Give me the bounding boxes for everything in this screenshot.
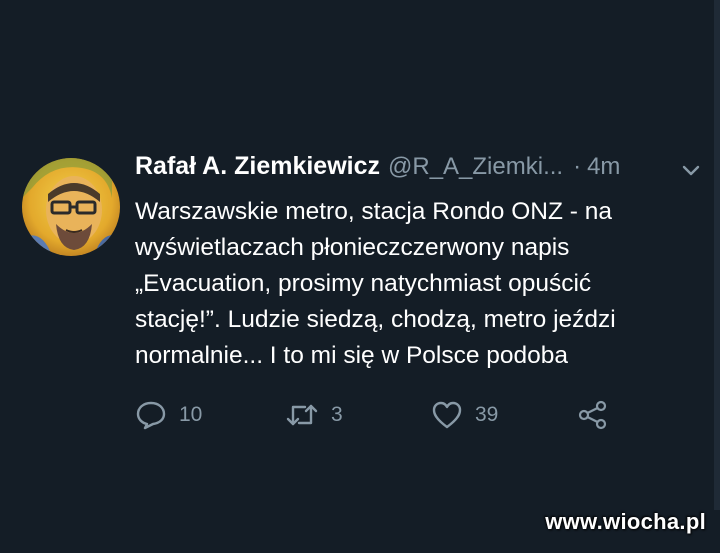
share-button[interactable] bbox=[577, 400, 621, 430]
heart-icon bbox=[431, 400, 475, 430]
tweet-text-line: stację!”. Ludzie siedzą, chodzą, metro j… bbox=[135, 306, 616, 333]
author-name[interactable]: Rafał A. Ziemkiewicz bbox=[135, 152, 380, 181]
reply-button[interactable]: 10 bbox=[135, 400, 202, 430]
avatar[interactable] bbox=[22, 158, 120, 256]
tweet-actions: 10 3 39 bbox=[135, 400, 635, 430]
chevron-down-icon[interactable] bbox=[682, 164, 700, 182]
reply-count: 10 bbox=[179, 403, 203, 426]
tweet-header: Rafał A. Ziemkiewicz @R_A_Ziemki... · 4m bbox=[135, 152, 695, 190]
retweet-icon bbox=[285, 400, 331, 430]
retweet-count: 3 bbox=[331, 403, 343, 426]
scrollbar[interactable] bbox=[714, 0, 720, 510]
tweet-text-line: wyświetlaczach płonieczczerwony napis bbox=[135, 234, 570, 261]
retweet-button[interactable]: 3 bbox=[285, 400, 343, 430]
avatar-image bbox=[22, 158, 120, 256]
share-icon bbox=[577, 400, 621, 430]
like-count: 39 bbox=[475, 403, 499, 426]
watermark: www.wiocha.pl bbox=[545, 509, 706, 534]
tweet-text-line: „Evacuation, prosimy natychmiast opuścić bbox=[135, 270, 592, 297]
tweet-text-line: normalnie... I to mi się w Polsce podoba bbox=[135, 342, 569, 369]
separator-dot: · bbox=[573, 153, 582, 180]
reply-icon bbox=[135, 400, 179, 430]
like-button[interactable]: 39 bbox=[431, 400, 498, 430]
author-handle[interactable]: @R_A_Ziemki... bbox=[388, 153, 563, 181]
tweet[interactable]: Rafał A. Ziemkiewicz @R_A_Ziemki... · 4m… bbox=[135, 152, 700, 374]
tweet-text: Warszawskie metro, stacja Rondo ONZ - na… bbox=[135, 194, 695, 374]
tweet-time[interactable]: 4m bbox=[587, 153, 620, 181]
tweet-text-line: Warszawskie metro, stacja Rondo ONZ - na bbox=[135, 198, 612, 225]
